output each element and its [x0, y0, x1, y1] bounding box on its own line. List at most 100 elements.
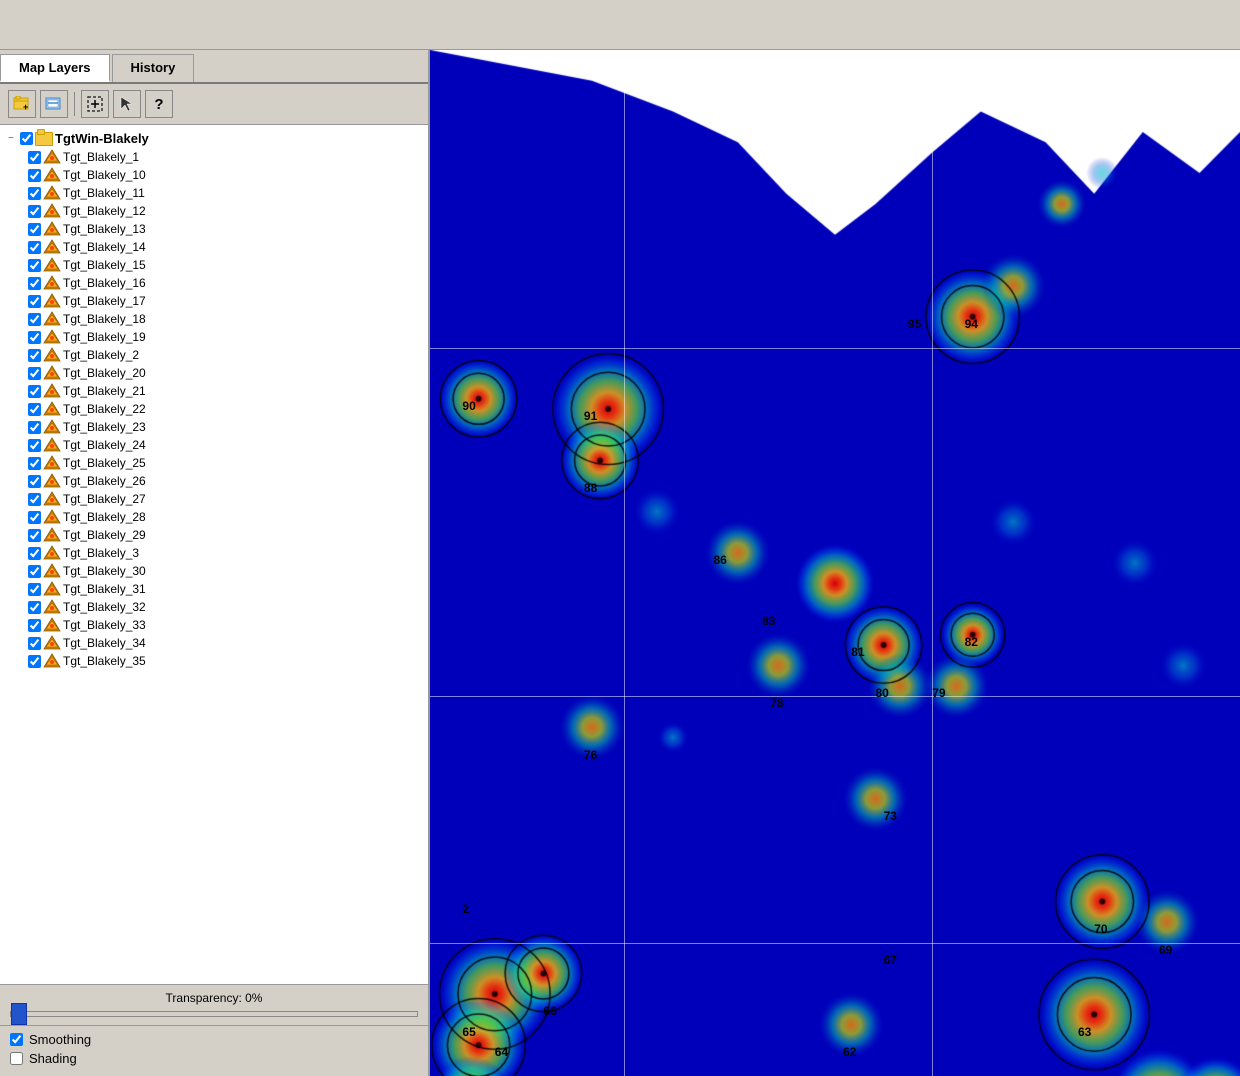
layer-checkbox[interactable]	[28, 421, 41, 434]
layer-item[interactable]: Tgt_Blakely_10	[0, 166, 428, 184]
layer-item[interactable]: Tgt_Blakely_22	[0, 400, 428, 418]
map-area[interactable]: 9594909188868381828079787673706967666564…	[430, 50, 1240, 1076]
layer-checkbox[interactable]	[28, 493, 41, 506]
map-number-label: 64	[495, 1045, 508, 1059]
map-number-label: 79	[932, 686, 945, 700]
layer-type-icon	[43, 221, 61, 237]
grid-line-h2	[430, 696, 1240, 697]
layer-item[interactable]: Tgt_Blakely_17	[0, 292, 428, 310]
layer-checkbox[interactable]	[28, 439, 41, 452]
map-canvas	[430, 50, 1240, 1076]
help-button[interactable]: ?	[145, 90, 173, 118]
layer-checkbox[interactable]	[28, 475, 41, 488]
layer-type-icon	[43, 311, 61, 327]
layer-item[interactable]: Tgt_Blakely_15	[0, 256, 428, 274]
layer-item[interactable]: Tgt_Blakely_23	[0, 418, 428, 436]
layer-item[interactable]: Tgt_Blakely_27	[0, 490, 428, 508]
layer-name: Tgt_Blakely_15	[63, 258, 146, 272]
layer-item[interactable]: Tgt_Blakely_29	[0, 526, 428, 544]
layer-checkbox[interactable]	[28, 601, 41, 614]
shading-checkbox[interactable]	[10, 1052, 23, 1065]
options-section: Smoothing Shading	[0, 1025, 428, 1076]
layer-item[interactable]: Tgt_Blakely_26	[0, 472, 428, 490]
layer-item[interactable]: Tgt_Blakely_1	[0, 148, 428, 166]
grid-line-h3	[430, 943, 1240, 944]
map-number-label: 95	[908, 317, 921, 331]
layer-type-icon	[43, 149, 61, 165]
layer-type-icon	[43, 419, 61, 435]
layer-group-header[interactable]: − TgtWin-Blakely	[0, 129, 428, 148]
transparency-slider[interactable]	[10, 1011, 418, 1017]
layer-type-icon	[43, 167, 61, 183]
layer-type-icon	[43, 509, 61, 525]
layer-checkbox[interactable]	[28, 529, 41, 542]
layer-item[interactable]: Tgt_Blakely_12	[0, 202, 428, 220]
layer-item[interactable]: Tgt_Blakely_19	[0, 328, 428, 346]
layer-type-icon	[43, 239, 61, 255]
layer-checkbox[interactable]	[28, 151, 41, 164]
layer-item[interactable]: Tgt_Blakely_18	[0, 310, 428, 328]
layer-item[interactable]: Tgt_Blakely_30	[0, 562, 428, 580]
layer-checkbox[interactable]	[28, 403, 41, 416]
layer-checkbox[interactable]	[28, 277, 41, 290]
layer-name: Tgt_Blakely_10	[63, 168, 146, 182]
layer-checkbox[interactable]	[28, 385, 41, 398]
layer-checkbox[interactable]	[28, 295, 41, 308]
group-checkbox[interactable]	[20, 132, 33, 145]
smoothing-checkbox[interactable]	[10, 1033, 23, 1046]
layer-item[interactable]: Tgt_Blakely_35	[0, 652, 428, 670]
layer-checkbox[interactable]	[28, 637, 41, 650]
layer-checkbox[interactable]	[28, 313, 41, 326]
layer-item[interactable]: Tgt_Blakely_28	[0, 508, 428, 526]
layer-item[interactable]: Tgt_Blakely_14	[0, 238, 428, 256]
layer-item[interactable]: Tgt_Blakely_33	[0, 616, 428, 634]
layer-type-icon	[43, 545, 61, 561]
remove-layer-button[interactable]	[40, 90, 68, 118]
layer-type-icon	[43, 257, 61, 273]
layer-item[interactable]: Tgt_Blakely_20	[0, 364, 428, 382]
layer-checkbox[interactable]	[28, 259, 41, 272]
layer-checkbox[interactable]	[28, 511, 41, 524]
smoothing-label: Smoothing	[29, 1032, 91, 1047]
layer-checkbox[interactable]	[28, 619, 41, 632]
layer-checkbox[interactable]	[28, 565, 41, 578]
layer-checkbox[interactable]	[28, 367, 41, 380]
layer-item[interactable]: Tgt_Blakely_24	[0, 436, 428, 454]
tab-history[interactable]: History	[112, 54, 195, 82]
layer-name: Tgt_Blakely_28	[63, 510, 146, 524]
add-layer-button[interactable]: +	[8, 90, 36, 118]
map-number-label: 88	[584, 481, 597, 495]
layer-item[interactable]: Tgt_Blakely_34	[0, 634, 428, 652]
map-number-label: 70	[1094, 922, 1107, 936]
layer-item[interactable]: Tgt_Blakely_11	[0, 184, 428, 202]
layer-item[interactable]: Tgt_Blakely_3	[0, 544, 428, 562]
tab-map-layers[interactable]: Map Layers	[0, 54, 110, 82]
layer-tree[interactable]: − TgtWin-Blakely Tgt_Blakely_1	[0, 125, 428, 984]
layer-item[interactable]: Tgt_Blakely_13	[0, 220, 428, 238]
layer-checkbox[interactable]	[28, 349, 41, 362]
layer-checkbox[interactable]	[28, 241, 41, 254]
layer-checkbox[interactable]	[28, 655, 41, 668]
map-number-label: 82	[965, 635, 978, 649]
layer-checkbox[interactable]	[28, 223, 41, 236]
layer-checkbox[interactable]	[28, 169, 41, 182]
shading-label: Shading	[29, 1051, 77, 1066]
map-number-label: 62	[843, 1045, 856, 1059]
select-tool-button[interactable]	[81, 90, 109, 118]
layer-item[interactable]: Tgt_Blakely_31	[0, 580, 428, 598]
layer-checkbox[interactable]	[28, 547, 41, 560]
layer-item[interactable]: Tgt_Blakely_21	[0, 382, 428, 400]
layer-checkbox[interactable]	[28, 331, 41, 344]
layer-name: Tgt_Blakely_31	[63, 582, 146, 596]
layer-checkbox[interactable]	[28, 205, 41, 218]
pointer-tool-button[interactable]	[113, 90, 141, 118]
layer-item[interactable]: Tgt_Blakely_16	[0, 274, 428, 292]
layer-type-icon	[43, 473, 61, 489]
layer-checkbox[interactable]	[28, 187, 41, 200]
layer-item[interactable]: Tgt_Blakely_2	[0, 346, 428, 364]
layer-item[interactable]: Tgt_Blakely_25	[0, 454, 428, 472]
layer-checkbox[interactable]	[28, 457, 41, 470]
layer-checkbox[interactable]	[28, 583, 41, 596]
map-number-label: 2	[462, 902, 469, 916]
layer-item[interactable]: Tgt_Blakely_32	[0, 598, 428, 616]
